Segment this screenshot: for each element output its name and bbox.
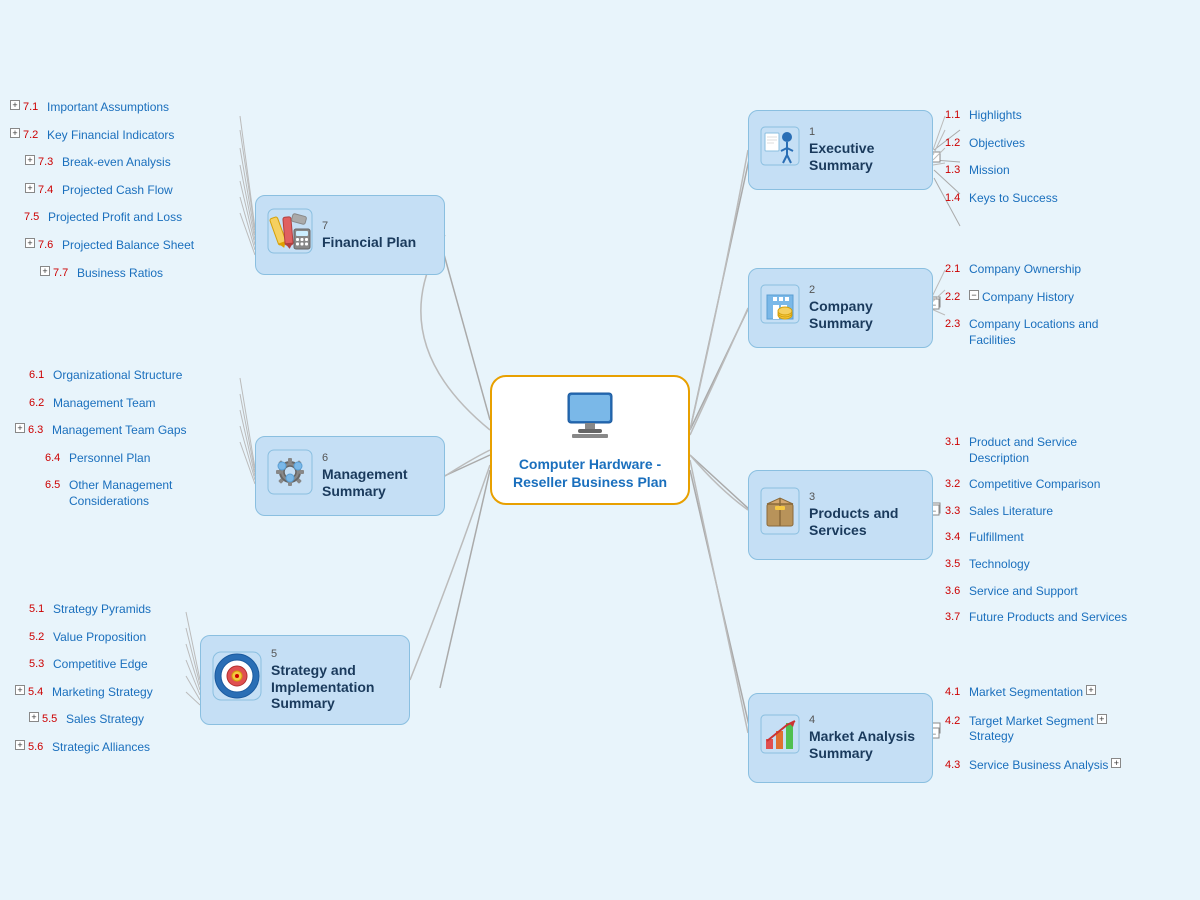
- sub-6-4[interactable]: 6.4 Personnel Plan: [15, 451, 187, 467]
- central-icon: [560, 389, 620, 449]
- sub-5-2[interactable]: 5.2 Value Proposition: [15, 630, 153, 646]
- management-label: ManagementSummary: [322, 466, 408, 500]
- sub-3-6[interactable]: 3.6 Service and Support: [945, 584, 1127, 600]
- sub-5-5[interactable]: + 5.5 Sales Strategy: [15, 712, 153, 728]
- sub-6-3[interactable]: + 6.3 Management Team Gaps: [15, 423, 187, 439]
- strategy-node[interactable]: 5 Strategy andImplementationSummary: [200, 635, 410, 725]
- management-summary-node[interactable]: 6 ManagementSummary: [255, 436, 445, 516]
- sub-7-3[interactable]: + 7.3 Break-even Analysis: [10, 155, 194, 171]
- financial-label: Financial Plan: [322, 234, 416, 251]
- sub-6-1[interactable]: 6.1 Organizational Structure: [15, 368, 187, 384]
- financial-plan-node[interactable]: 7 Financial Plan: [255, 195, 445, 275]
- products-subitems: 3.1 Product and ServiceDescription 3.2 C…: [945, 435, 1127, 632]
- management-subitems: 6.1 Organizational Structure 6.2 Managem…: [15, 368, 187, 516]
- company-summary-node[interactable]: 2 Company Summary: [748, 268, 933, 348]
- strategy-icon: [211, 650, 263, 711]
- sub-3-1[interactable]: 3.1 Product and ServiceDescription: [945, 435, 1127, 466]
- company-label: Company Summary: [809, 298, 922, 332]
- executive-icon: [759, 125, 801, 176]
- sub-7-5[interactable]: 7.5 Projected Profit and Loss: [10, 210, 194, 226]
- sub-2-3[interactable]: 2.3 Company Locations andFacilities: [945, 317, 1098, 348]
- market-subitems: 4.1 Market Segmentation + 4.2 Target Mar…: [945, 685, 1124, 779]
- executive-summary-node[interactable]: 1 Executive Summary: [748, 110, 933, 190]
- sub-1-3[interactable]: 1.3 Mission: [945, 163, 1058, 179]
- sub-4-2[interactable]: 4.2 Target Market SegmentStrategy +: [945, 714, 1124, 745]
- company-num: 2: [809, 284, 922, 296]
- sub-4-3[interactable]: 4.3 Service Business Analysis +: [945, 758, 1124, 774]
- sub-1-4[interactable]: 1.4 Keys to Success: [945, 191, 1058, 207]
- financial-num: 7: [322, 220, 416, 232]
- sub-2-1[interactable]: 2.1 Company Ownership: [945, 262, 1098, 278]
- sub-3-2[interactable]: 3.2 Competitive Comparison: [945, 477, 1127, 493]
- sub-7-4[interactable]: + 7.4 Projected Cash Flow: [10, 183, 194, 199]
- management-num: 6: [322, 452, 408, 464]
- sub-3-3[interactable]: 3.3 Sales Literature: [945, 504, 1127, 520]
- sub-2-2[interactable]: 2.2 − Company History: [945, 290, 1098, 306]
- sub-5-3[interactable]: 5.3 Competitive Edge: [15, 657, 153, 673]
- financial-icon: [266, 207, 314, 264]
- strategy-num: 5: [271, 648, 374, 660]
- products-services-node[interactable]: 3 Products andServices: [748, 470, 933, 560]
- products-icon: [759, 486, 801, 545]
- sub-6-5[interactable]: 6.5 Other ManagementConsiderations: [15, 478, 187, 509]
- executive-num: 1: [809, 126, 922, 138]
- management-icon: [266, 448, 314, 505]
- sub-7-6[interactable]: + 7.6 Projected Balance Sheet: [10, 238, 194, 254]
- strategy-subitems: 5.1 Strategy Pyramids 5.2 Value Proposit…: [15, 602, 153, 762]
- central-label: Computer Hardware - Reseller Business Pl…: [502, 455, 678, 491]
- sub-7-7[interactable]: + 7.7 Business Ratios: [10, 266, 194, 282]
- sub-1-1[interactable]: 1.1 Highlights: [945, 108, 1058, 124]
- sub-6-2[interactable]: 6.2 Management Team: [15, 396, 187, 412]
- company-subitems: 2.1 Company Ownership 2.2 − Company Hist…: [945, 262, 1098, 354]
- sub-5-4[interactable]: + 5.4 Marketing Strategy: [15, 685, 153, 701]
- market-icon: [759, 713, 801, 764]
- products-num: 3: [809, 491, 898, 503]
- market-num: 4: [809, 714, 915, 726]
- market-label: Market AnalysisSummary: [809, 728, 915, 762]
- sub-1-2[interactable]: 1.2 Objectives: [945, 136, 1058, 152]
- executive-subitems: 1.1 Highlights 1.2 Objectives 1.3 Missio…: [945, 108, 1058, 212]
- central-node[interactable]: Computer Hardware - Reseller Business Pl…: [490, 375, 690, 505]
- company-icon: [759, 283, 801, 334]
- sub-3-5[interactable]: 3.5 Technology: [945, 557, 1127, 573]
- market-analysis-node[interactable]: 4 Market AnalysisSummary: [748, 693, 933, 783]
- sub-4-1[interactable]: 4.1 Market Segmentation +: [945, 685, 1124, 701]
- strategy-label: Strategy andImplementationSummary: [271, 662, 374, 712]
- sub-7-1[interactable]: + 7.1 Important Assumptions: [10, 100, 194, 116]
- executive-label: Executive Summary: [809, 140, 922, 174]
- products-label: Products andServices: [809, 505, 898, 539]
- sub-5-1[interactable]: 5.1 Strategy Pyramids: [15, 602, 153, 618]
- sub-5-6[interactable]: + 5.6 Strategic Alliances: [15, 740, 153, 756]
- sub-3-7[interactable]: 3.7 Future Products and Services: [945, 610, 1127, 626]
- financial-subitems: + 7.1 Important Assumptions + 7.2 Key Fi…: [10, 100, 194, 287]
- sub-7-2[interactable]: + 7.2 Key Financial Indicators: [10, 128, 194, 144]
- sub-3-4[interactable]: 3.4 Fulfillment: [945, 530, 1127, 546]
